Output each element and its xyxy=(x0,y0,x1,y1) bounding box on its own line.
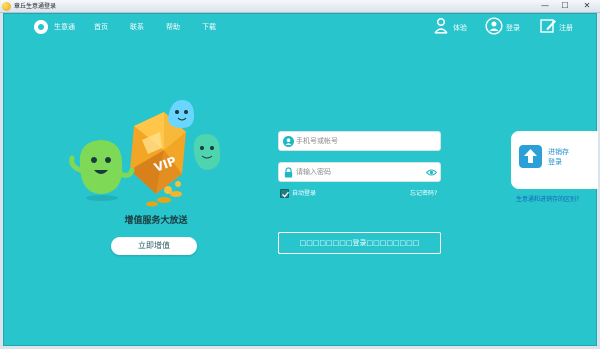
lock-icon xyxy=(284,167,293,178)
inventory-login-card[interactable]: 进销存 登录 xyxy=(511,131,598,189)
register-label: 注册 xyxy=(559,24,573,32)
login-nav-label: 登录 xyxy=(506,24,520,32)
close-button[interactable]: ✕ xyxy=(575,0,599,12)
brand-name: 生意通 xyxy=(54,23,75,31)
eye-icon[interactable] xyxy=(426,168,437,177)
account-field[interactable] xyxy=(278,131,441,151)
inventory-title: 进销存 xyxy=(548,148,569,156)
check-icon xyxy=(282,191,289,198)
maximize-button[interactable]: ☐ xyxy=(555,0,575,12)
window-titlebar: 章丘生意通登录 — ☐ ✕ xyxy=(0,0,600,13)
person-icon xyxy=(434,17,448,34)
inventory-login-label: 登录 xyxy=(548,158,562,166)
password-input[interactable] xyxy=(296,165,426,179)
user-circle-icon xyxy=(485,17,503,35)
account-input[interactable] xyxy=(296,134,426,148)
upgrade-now-button[interactable]: 立即增值 xyxy=(111,237,197,255)
auto-login-checkbox[interactable] xyxy=(280,189,289,198)
upload-arrow-icon xyxy=(519,145,542,168)
experience-label: 体验 xyxy=(453,24,467,32)
password-field[interactable] xyxy=(278,162,441,182)
minimize-button[interactable]: — xyxy=(535,0,555,12)
nav-download[interactable]: 下载 xyxy=(202,22,216,32)
auto-login-label: 自动登录 xyxy=(292,190,317,197)
app-icon xyxy=(2,2,11,11)
window-title: 章丘生意通登录 xyxy=(14,3,57,10)
user-icon xyxy=(283,136,294,147)
logo-icon xyxy=(34,20,48,34)
vip-mascot-illustration: VIP xyxy=(69,100,221,207)
app-window: 生意通 首页 联系 帮助 下载 体验 登录 注册 VIP 增值服务大放送 立即增… xyxy=(3,13,598,346)
forgot-password-link[interactable]: 忘记密码? xyxy=(410,189,437,198)
top-nav: 生意通 首页 联系 帮助 下载 体验 登录 注册 xyxy=(4,14,598,41)
edit-icon xyxy=(540,19,556,33)
promo-text: 增值服务大放送 xyxy=(124,216,188,226)
login-button[interactable]: □□□□□□□□登录□□□□□□□□ xyxy=(278,232,441,254)
nav-contact[interactable]: 联系 xyxy=(130,22,144,32)
nav-home[interactable]: 首页 xyxy=(94,22,108,32)
difference-link[interactable]: 生意通和进销存的区别? xyxy=(516,195,579,204)
nav-help[interactable]: 帮助 xyxy=(166,22,180,32)
